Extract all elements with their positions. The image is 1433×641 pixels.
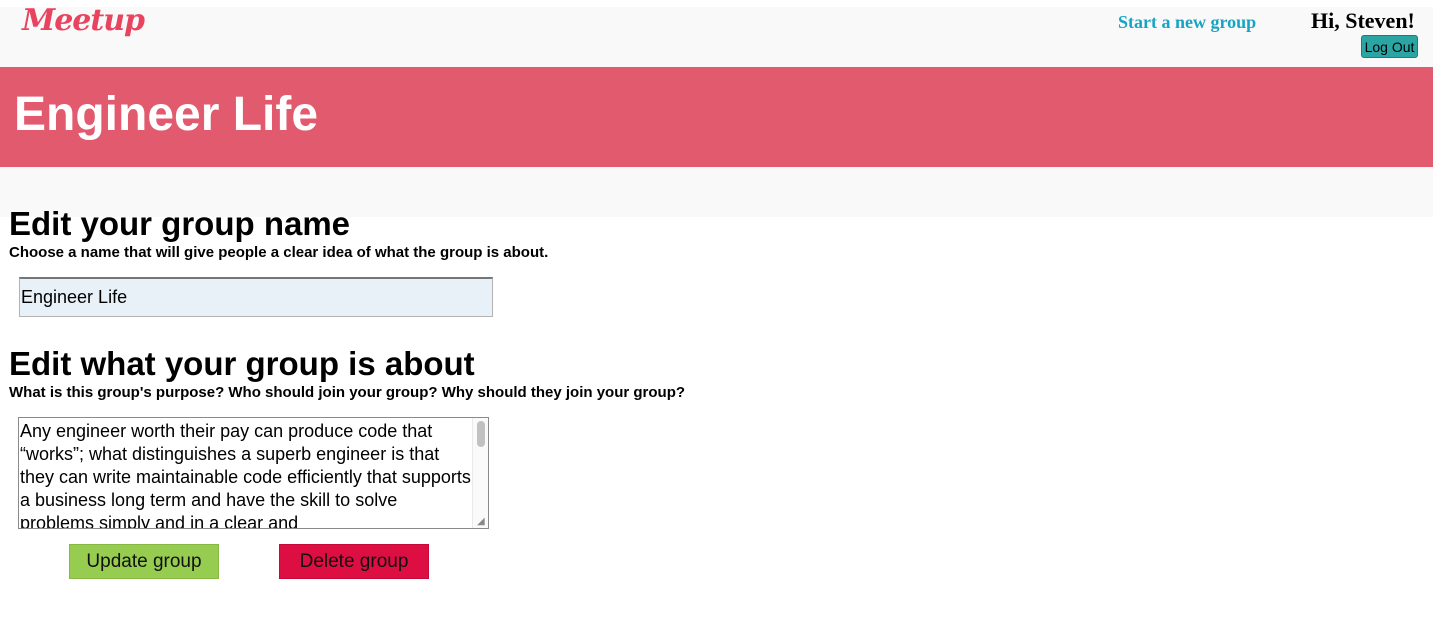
group-name-input[interactable] [19,277,493,317]
group-about-heading: Edit what your group is about [9,345,475,382]
scroll-thumb[interactable] [477,421,485,447]
update-group-button[interactable]: Update group [69,544,219,579]
meetup-logo[interactable]: Meetup [22,3,145,38]
delete-group-button[interactable]: Delete group [279,544,429,579]
start-new-group-link[interactable]: Start a new group [1118,12,1256,33]
group-name-heading: Edit your group name [9,205,351,242]
group-name-description: Choose a name that will give people a cl… [9,244,549,261]
group-about-text[interactable]: Any engineer worth their pay can produce… [20,420,475,528]
textarea-scrollbar[interactable] [472,418,488,528]
group-about-description: What is this group's purpose? Who should… [9,384,686,401]
logout-button[interactable]: Log Out [1361,35,1418,58]
resize-grip-icon[interactable]: ◢ [477,517,487,527]
group-title: Engineer Life [14,88,319,141]
group-about-textarea[interactable]: Any engineer worth their pay can produce… [18,417,489,529]
group-banner: Engineer Life [0,67,1433,167]
top-strip [0,0,1433,7]
user-greeting: Hi, Steven! [1311,8,1415,33]
navbar: Meetup Start a new group Hi, Steven! Log… [0,3,1433,67]
